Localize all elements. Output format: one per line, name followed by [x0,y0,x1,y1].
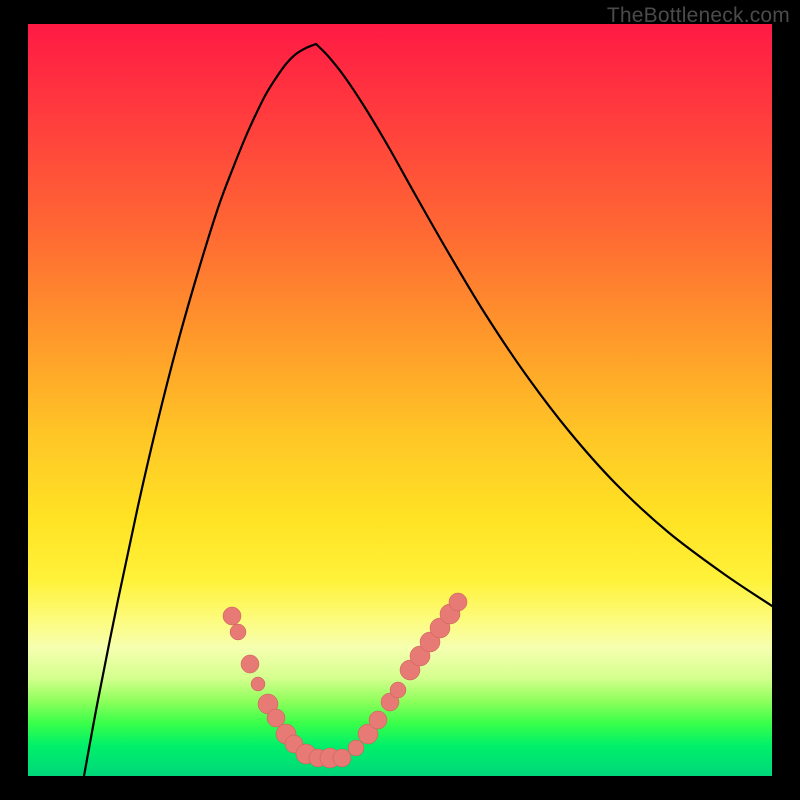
right-cluster-1 [348,740,364,756]
right-cluster-3b [390,682,406,698]
left-cluster-3 [251,677,265,691]
right-cluster-2b [369,711,387,729]
data-markers [223,593,467,768]
curve-right-branch [316,44,772,606]
left-cluster-4b [267,709,285,727]
plot-area [28,24,772,776]
chart-container: TheBottleneck.com [0,0,800,800]
right-cluster-5b [449,593,467,611]
curve-left-branch [84,44,316,776]
watermark-text: TheBottleneck.com [607,4,790,28]
left-cluster-1b [230,624,246,640]
left-cluster-2 [241,655,259,673]
left-cluster-1 [223,607,241,625]
curve-layer [28,24,772,776]
bottom-4 [333,749,351,767]
